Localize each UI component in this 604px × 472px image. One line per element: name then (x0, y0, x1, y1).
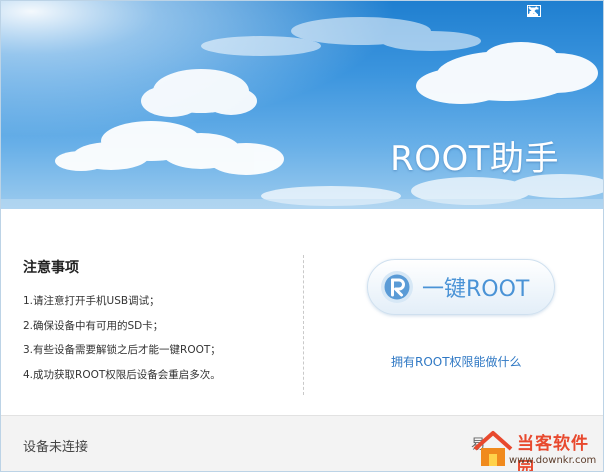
close-button[interactable] (528, 5, 601, 23)
notice-section: 注意事项 1.请注意打开手机USB调试； 2.确保设备中有可用的SD卡； 3.有… (23, 257, 221, 387)
root-logo-icon (381, 271, 413, 303)
minimize-button[interactable] (528, 5, 575, 23)
main-content: 注意事项 1.请注意打开手机USB调试； 2.确保设备中有可用的SD卡； 3.有… (1, 209, 603, 415)
one-click-root-button[interactable]: 一键ROOT (367, 259, 555, 315)
section-divider (303, 255, 304, 395)
root-info-link[interactable]: 拥有ROOT权限能做什么 (391, 353, 522, 370)
notice-title: 注意事项 (23, 260, 79, 276)
window-controls (527, 5, 601, 23)
site-watermark: 当客软件园 www.downkr.com (469, 425, 603, 471)
notice-item: 2.确保设备中有可用的SD卡； (23, 319, 164, 332)
watermark-url: www.downkr.com (509, 455, 597, 466)
close-icon (528, 6, 538, 16)
notice-item: 4.成功获取ROOT权限后设备会重启多次。 (23, 368, 221, 381)
root-button-label: 一键ROOT (422, 277, 530, 302)
app-window: ROOT助手 注意事项 1.请注意打开手机USB调试； 2.确保设备中有可用的S… (0, 0, 604, 472)
connection-status: 设备未连接 (23, 440, 89, 455)
notice-item: 3.有些设备需要解锁之后才能一键ROOT； (23, 344, 221, 356)
header-banner: ROOT助手 (1, 1, 603, 209)
notice-item: 1.请注意打开手机USB调试； (23, 295, 160, 307)
app-title: ROOT助手 (390, 139, 559, 179)
